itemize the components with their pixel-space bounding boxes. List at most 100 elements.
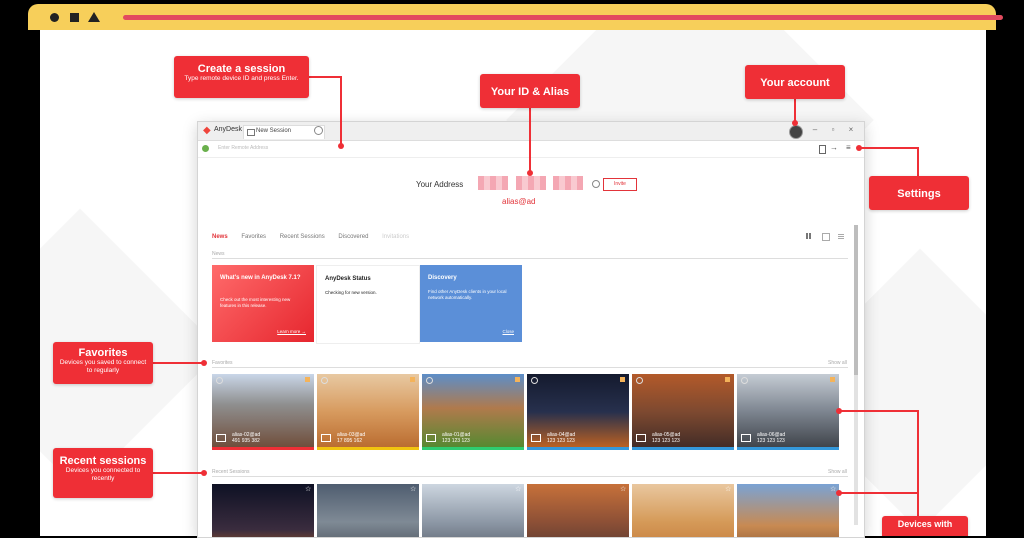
recent-section-label: Recent Sessions [212,469,250,475]
star-icon[interactable] [515,377,520,382]
tab-label: New Session [256,128,292,134]
tab-news[interactable]: News [212,234,228,240]
recent-device-tile[interactable]: ☆ [422,484,524,537]
device-id: 123 123 123 [547,438,575,444]
device-label: alias-05@ad 123 123 123 [652,432,680,444]
connector-dot [792,120,798,126]
star-icon[interactable]: ☆ [620,485,626,493]
connector-line [308,76,341,78]
close-icon[interactable]: × [844,125,858,134]
remote-address-input[interactable]: Enter Remote Address [218,145,268,151]
favorite-device-tile[interactable]: alias-01@ad 123 123 123 [422,374,524,450]
minimize-icon[interactable]: – [808,125,822,134]
star-icon[interactable] [410,377,415,382]
favorites-show-all-link[interactable]: Show all [828,360,847,366]
browser-chrome [28,4,1003,30]
status-icon [531,377,538,384]
star-icon[interactable] [725,377,730,382]
status-icon [321,377,328,384]
new-tab-icon[interactable] [314,126,323,135]
device-label: alias-02@ad 491 935 382 [232,432,260,444]
callout-your-account: Your account [745,65,845,99]
menu-icon[interactable]: ≡ [846,143,851,152]
callout-title: Recent sessions [59,455,147,467]
news-card-discovery[interactable]: Discovery Find other AnyDesk clients in … [420,265,522,342]
recent-device-tile[interactable]: ☆ [737,484,839,537]
learn-more-link[interactable]: Learn more → [277,329,306,334]
callout-title: Create a session [197,63,286,75]
recent-show-all-link[interactable]: Show all [828,469,847,475]
status-bar [317,447,419,450]
status-icon [741,377,748,384]
scrollbar[interactable] [854,225,858,525]
callout-recent-sessions: Recent sessions Devices you connected to… [53,448,153,498]
title-bar: ◆ AnyDesk New Session – ▫ × [198,122,864,141]
star-icon[interactable]: ☆ [410,485,416,493]
favorites-section-label: Favorites [212,360,233,366]
star-icon[interactable] [305,377,310,382]
monitor-icon [216,434,226,442]
status-bar [212,447,314,450]
device-label: alias-04@ad 123 123 123 [547,432,575,444]
connector-dot [201,470,207,476]
favorite-device-tile[interactable]: alias-05@ad 123 123 123 [632,374,734,450]
connect-arrow-icon[interactable]: → [830,143,838,152]
callout-subtitle: Devices you connected to recently [65,467,141,482]
close-link[interactable]: Close [502,329,514,334]
recent-device-tile[interactable]: ☆ [317,484,419,537]
divider [212,476,848,477]
star-icon[interactable]: ☆ [725,485,731,493]
news-card-whats-new[interactable]: What's new in AnyDesk 7.1? Check out the… [212,265,314,342]
card-text: Checking for new version. [325,290,377,295]
invite-button[interactable]: Invite [603,178,637,191]
star-icon[interactable]: ☆ [305,485,311,493]
connector-dot [836,490,842,496]
callout-favorites: Favorites Devices you saved to connect t… [53,342,153,384]
favorite-device-tile[interactable]: alias-06@ad 123 123 123 [737,374,839,450]
recent-device-tile[interactable]: ☆ [212,484,314,537]
connector-line [860,147,918,149]
star-icon[interactable]: ☆ [830,485,836,493]
callout-title: Favorites [78,347,128,359]
invite-label: Invite [614,181,626,187]
scrollbar-thumb[interactable] [854,225,858,375]
nav-tabs: News Favorites Recent Sessions Discovere… [212,234,421,240]
monitor-icon [321,434,331,442]
account-icon[interactable] [789,125,803,139]
favorite-device-tile[interactable]: alias-04@ad 123 123 123 [527,374,629,450]
star-icon[interactable] [830,377,835,382]
recent-device-tile[interactable]: ☆ [632,484,734,537]
maximize-icon[interactable]: ▫ [826,125,840,134]
tab-invitations[interactable]: Invitations [382,234,409,240]
device-id: 491 935 382 [232,438,260,444]
status-bar [632,447,734,450]
address-id-blurred [516,176,546,190]
info-icon[interactable] [592,180,600,188]
connector-line [152,362,204,364]
news-card-status[interactable]: AnyDesk Status Checking for new version. [316,265,420,344]
address-toolbar: Enter Remote Address → ≡ [198,141,864,158]
tab-new-session[interactable]: New Session [243,125,325,139]
tab-favorites[interactable]: Favorites [241,234,266,240]
monitor-icon [247,129,255,136]
star-icon[interactable] [620,377,625,382]
file-transfer-icon[interactable] [819,145,826,154]
tab-recent-sessions[interactable]: Recent Sessions [280,234,325,240]
recent-device-tile[interactable]: ☆ [527,484,629,537]
monitor-icon [741,434,751,442]
anydesk-logo-icon: ◆ [203,125,211,136]
favorite-device-tile[interactable]: alias-03@ad 17 895 162 [317,374,419,450]
connector-dot [527,170,533,176]
callout-create-session: Create a session Type remote device ID a… [174,56,309,98]
connector-line [152,472,204,474]
tab-discovered[interactable]: Discovered [338,234,368,240]
tile-view-icon[interactable] [822,233,830,241]
connector-line [840,492,919,494]
grid-view-icon[interactable] [806,233,812,239]
status-bar [527,447,629,450]
list-view-icon[interactable] [838,233,844,239]
star-icon[interactable]: ☆ [515,485,521,493]
circle-icon [50,13,59,22]
favorite-device-tile[interactable]: alias-02@ad 491 935 382 [212,374,314,450]
card-title: Discovery [428,275,457,281]
